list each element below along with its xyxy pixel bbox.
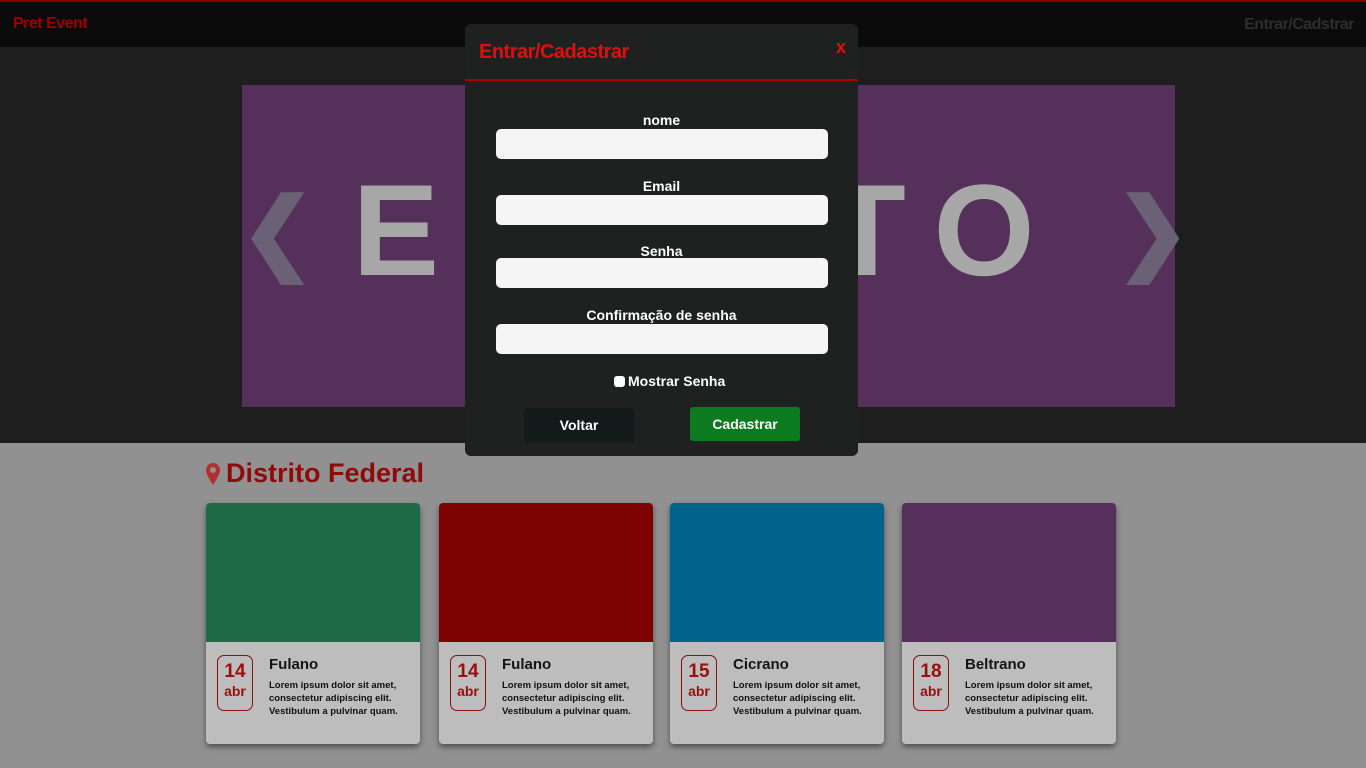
- event-title: Fulano: [269, 656, 319, 673]
- chevron-right-icon[interactable]: ❯: [1115, 187, 1190, 277]
- event-date-badge: 14 abr: [217, 655, 253, 711]
- email-input[interactable]: [496, 195, 828, 225]
- event-day: 14: [457, 661, 479, 682]
- event-card[interactable]: 18 abr Beltrano Lorem ipsum dolor sit am…: [902, 503, 1116, 744]
- signup-modal: Entrar/Cadastrar x nome Email Senha Conf…: [465, 24, 858, 456]
- event-date-badge: 18 abr: [913, 655, 949, 711]
- show-password-checkbox[interactable]: [614, 375, 625, 387]
- event-card-info: 15 abr Cicrano Lorem ipsum dolor sit ame…: [670, 642, 884, 744]
- modal-header: Entrar/Cadastrar x: [465, 24, 858, 81]
- event-description: Lorem ipsum dolor sit amet, consectetur …: [269, 680, 398, 717]
- password-input[interactable]: [496, 258, 828, 288]
- map-pin-icon: [206, 462, 220, 485]
- event-day: 14: [224, 661, 246, 682]
- event-card-image: [670, 503, 884, 642]
- login-signup-link[interactable]: Entrar/Cadstrar: [1244, 16, 1354, 34]
- event-title: Beltrano: [965, 656, 1026, 673]
- password-confirm-label: Confirmação de senha: [586, 307, 737, 323]
- event-description: Lorem ipsum dolor sit amet, consectetur …: [965, 680, 1094, 717]
- event-card-info: 14 abr Fulano Lorem ipsum dolor sit amet…: [439, 642, 653, 744]
- event-card-image: [902, 503, 1116, 642]
- name-label: nome: [642, 112, 681, 128]
- event-day: 18: [920, 661, 942, 682]
- close-icon[interactable]: x: [836, 37, 846, 58]
- section-title-text: Distrito Federal: [226, 458, 425, 488]
- event-card-image: [439, 503, 653, 642]
- password-confirm-input[interactable]: [496, 324, 828, 354]
- email-label: Email: [642, 178, 681, 194]
- event-month: abr: [224, 683, 246, 699]
- password-label: Senha: [640, 243, 683, 259]
- event-title: Cicrano: [733, 656, 789, 673]
- event-card-image: [206, 503, 420, 642]
- signup-button[interactable]: Cadastrar: [690, 407, 800, 441]
- back-button[interactable]: Voltar: [524, 408, 634, 442]
- section-title: Distrito Federal: [206, 458, 424, 489]
- event-card[interactable]: 15 abr Cicrano Lorem ipsum dolor sit ame…: [670, 503, 884, 744]
- event-title: Fulano: [502, 656, 552, 673]
- event-date-badge: 15 abr: [681, 655, 717, 711]
- event-description: Lorem ipsum dolor sit amet, consectetur …: [733, 680, 862, 717]
- show-password-row[interactable]: Mostrar Senha: [614, 373, 725, 389]
- event-card-info: 14 abr Fulano Lorem ipsum dolor sit amet…: [206, 642, 420, 744]
- event-description: Lorem ipsum dolor sit amet, consectetur …: [502, 680, 631, 717]
- event-month: abr: [457, 683, 479, 699]
- event-card[interactable]: 14 abr Fulano Lorem ipsum dolor sit amet…: [206, 503, 420, 744]
- event-month: abr: [920, 683, 942, 699]
- event-card[interactable]: 14 abr Fulano Lorem ipsum dolor sit amet…: [439, 503, 653, 744]
- chevron-left-icon[interactable]: ❮: [240, 187, 315, 277]
- event-day: 15: [688, 661, 710, 682]
- show-password-label: Mostrar Senha: [628, 373, 726, 389]
- event-month: abr: [688, 683, 710, 699]
- event-card-info: 18 abr Beltrano Lorem ipsum dolor sit am…: [902, 642, 1116, 744]
- event-date-badge: 14 abr: [450, 655, 486, 711]
- brand-logo[interactable]: Pret Event: [13, 15, 88, 33]
- modal-title: Entrar/Cadastrar: [479, 41, 629, 63]
- name-input[interactable]: [496, 129, 828, 159]
